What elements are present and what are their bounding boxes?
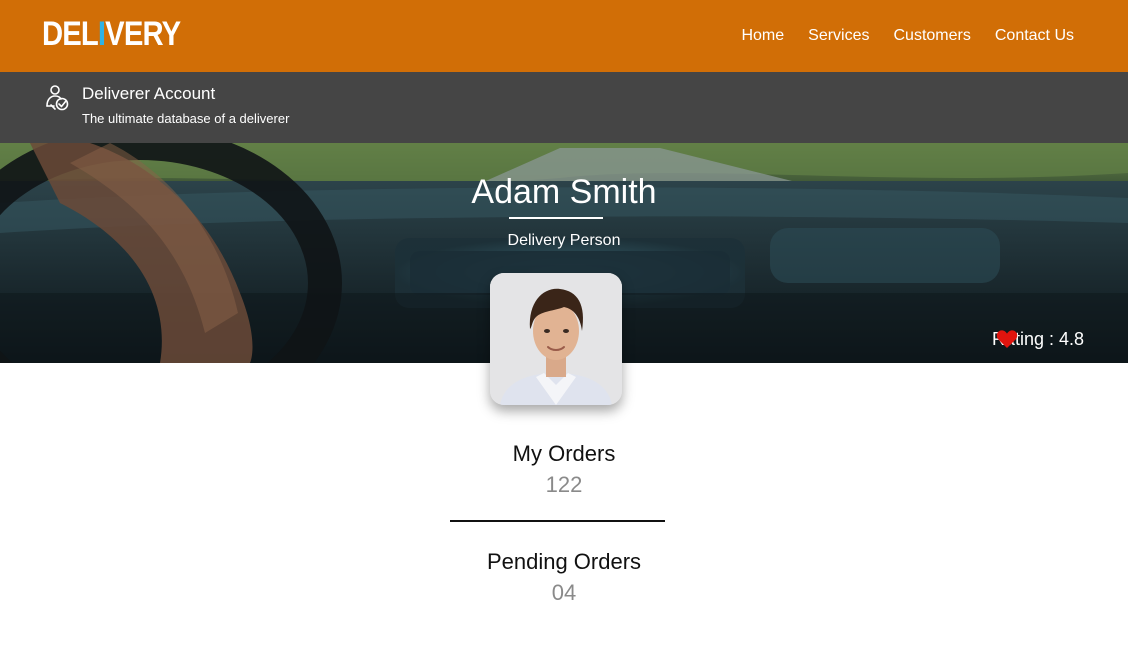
deliverer-name: Adam Smith bbox=[471, 173, 657, 211]
account-title: Deliverer Account bbox=[82, 84, 216, 103]
top-navbar: DELIVERY Home Services Customers Contact… bbox=[0, 0, 1128, 72]
profile-photo bbox=[490, 273, 622, 405]
profile-avatar[interactable] bbox=[490, 273, 622, 405]
main-nav: Home Services Customers Contact Us bbox=[741, 0, 1074, 72]
heart-icon bbox=[996, 330, 1018, 348]
pending-orders-label: Pending Orders bbox=[486, 549, 642, 574]
delivery-logo[interactable]: DELIVERY bbox=[42, 16, 181, 52]
nav-customers-link[interactable]: Customers bbox=[894, 27, 971, 45]
stats-divider bbox=[450, 520, 665, 522]
deliverer-role: Delivery Person bbox=[507, 232, 621, 249]
nav-contact-link[interactable]: Contact Us bbox=[995, 27, 1074, 45]
name-underline bbox=[509, 217, 603, 219]
my-orders-count: 122 bbox=[545, 472, 583, 497]
account-tagline: The ultimate database of a deliverer bbox=[82, 111, 290, 126]
rating-display: Rating : 4.8 bbox=[992, 329, 1088, 350]
pending-orders-count: 04 bbox=[551, 580, 577, 605]
nav-services-link[interactable]: Services bbox=[808, 27, 869, 45]
my-orders-label: My Orders bbox=[512, 441, 616, 466]
deliverer-user-icon bbox=[46, 85, 69, 111]
account-subbar bbox=[0, 72, 1128, 143]
nav-home-link[interactable]: Home bbox=[741, 27, 784, 45]
